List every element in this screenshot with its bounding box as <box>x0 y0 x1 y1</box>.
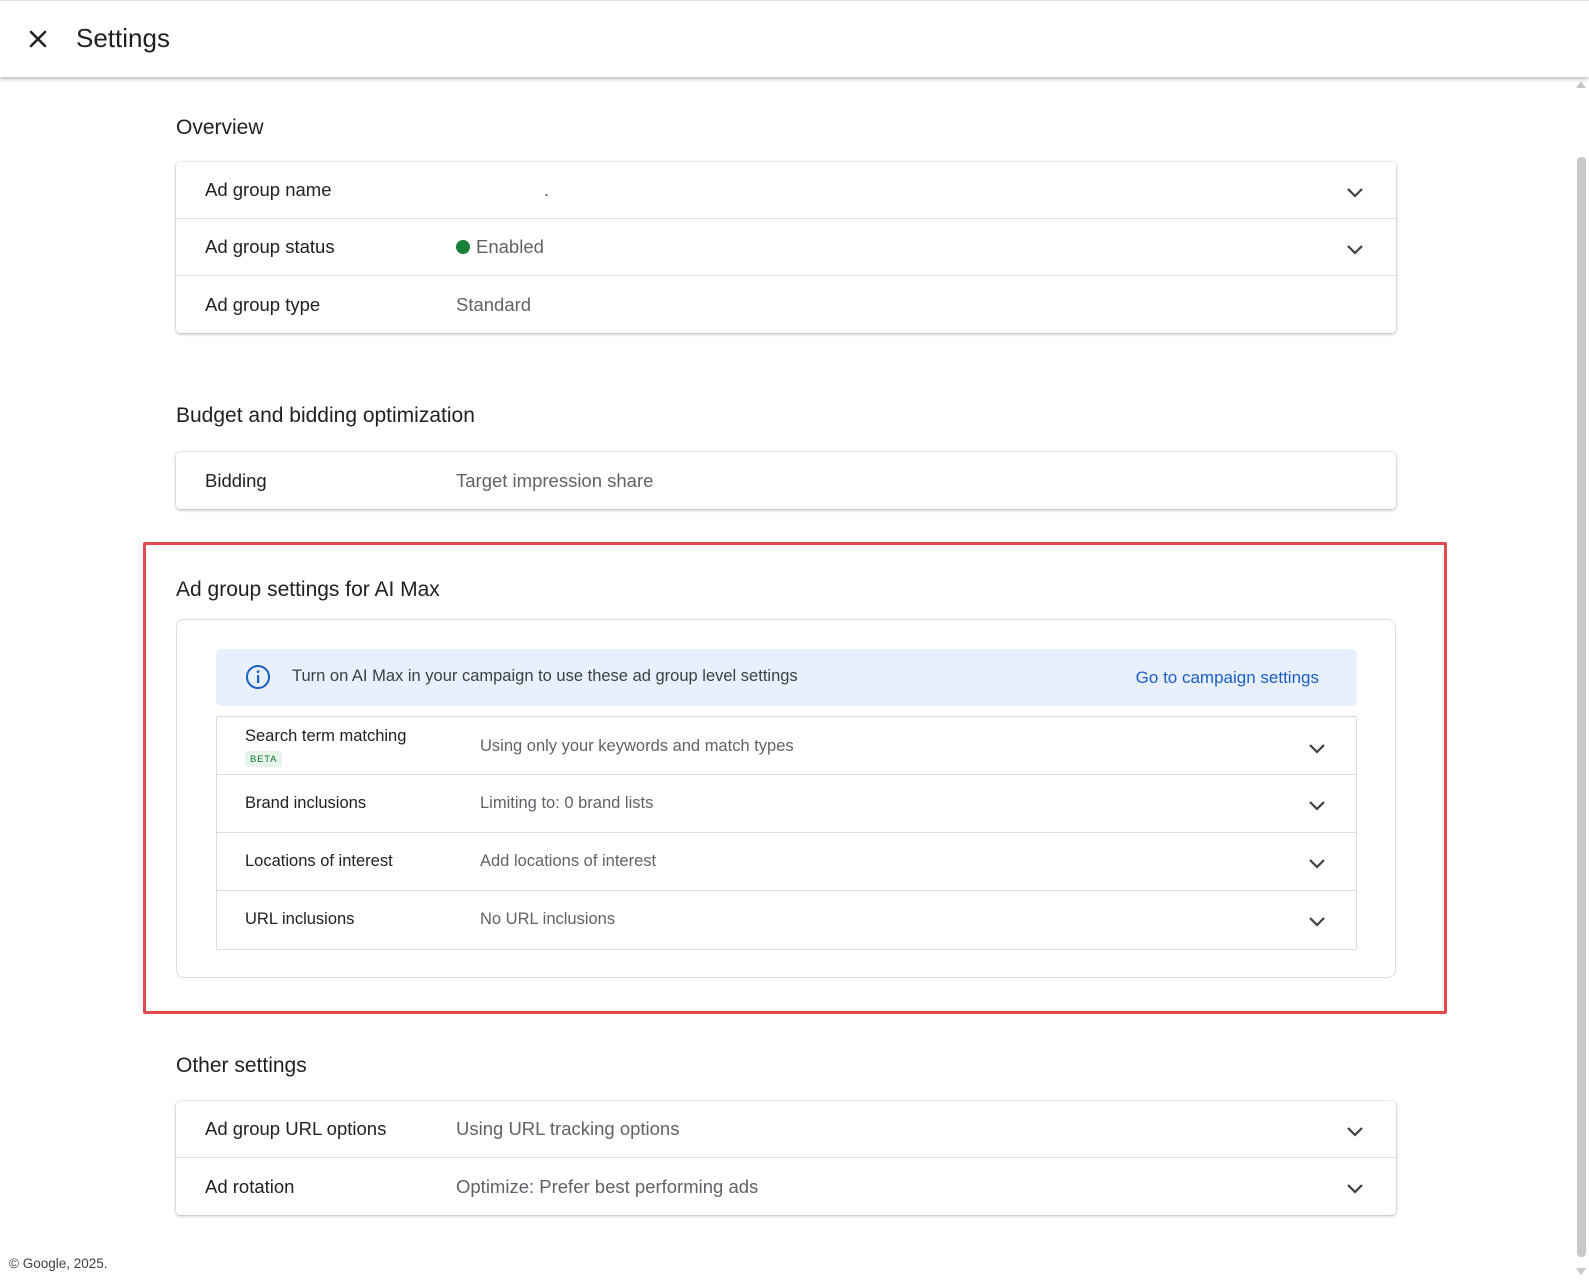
go-to-campaign-settings-link[interactable]: Go to campaign settings <box>1136 668 1319 688</box>
scroll-up-icon[interactable] <box>1576 81 1586 88</box>
row-label: Ad group URL options <box>205 1118 387 1139</box>
overview-section-title: Overview <box>176 116 264 139</box>
row-label: Ad group name <box>205 179 332 200</box>
other-settings-card: Ad group URL options Using URL tracking … <box>176 1101 1396 1215</box>
brand-inclusions-row[interactable]: Brand inclusions Limiting to: 0 brand li… <box>217 775 1356 833</box>
bidding-value: Target impression share <box>456 469 654 491</box>
status-text: Enabled <box>476 236 544 257</box>
search-term-matching-row[interactable]: Search term matching BETA Using only you… <box>217 717 1356 775</box>
ai-max-section-title: Ad group settings for AI Max <box>176 578 440 601</box>
info-banner: Turn on AI Max in your campaign to use t… <box>216 649 1357 706</box>
ad-group-url-options-value: Using URL tracking options <box>456 1118 680 1139</box>
row-label: Locations of interest <box>245 852 393 870</box>
search-term-matching-value: Using only your keywords and match types <box>480 737 794 755</box>
budget-card: Bidding Target impression share <box>176 452 1396 509</box>
url-inclusions-row[interactable]: URL inclusions No URL inclusions <box>217 891 1356 949</box>
status-dot-icon <box>456 240 470 254</box>
header-bar: Settings <box>0 0 1589 77</box>
ai-max-card: Turn on AI Max in your campaign to use t… <box>176 619 1396 978</box>
footer-copyright: © Google, 2025. <box>9 1256 108 1271</box>
close-button[interactable] <box>22 23 54 55</box>
overview-card: Ad group name . Ad group status Enabled … <box>176 162 1396 333</box>
url-inclusions-value: No URL inclusions <box>480 910 616 928</box>
ad-group-type-value: Standard <box>456 293 532 315</box>
budget-section-title: Budget and bidding optimization <box>176 404 475 427</box>
chevron-down-icon[interactable] <box>1344 1120 1366 1142</box>
close-icon <box>29 30 47 48</box>
row-label: Bidding <box>205 469 267 491</box>
locations-of-interest-value: Add locations of interest <box>480 852 657 870</box>
ad-rotation-row[interactable]: Ad rotation Optimize: Prefer best perfor… <box>176 1158 1396 1215</box>
chevron-down-icon[interactable] <box>1306 852 1328 874</box>
beta-badge: BETA <box>245 751 283 767</box>
row-label: Ad rotation <box>205 1175 295 1197</box>
row-label: Brand inclusions <box>245 794 367 812</box>
chevron-down-icon[interactable] <box>1306 910 1328 932</box>
scroll-down-icon[interactable] <box>1576 1268 1586 1275</box>
row-label: Ad group type <box>205 293 321 315</box>
ad-group-name-row[interactable]: Ad group name . <box>176 162 1396 219</box>
ad-group-type-row: Ad group type Standard <box>176 276 1396 333</box>
ad-group-status-value: Enabled <box>456 236 544 258</box>
scroll-thumb[interactable] <box>1577 157 1586 1257</box>
scrollbar[interactable] <box>1573 77 1589 1283</box>
ad-group-name-value: . <box>544 179 550 200</box>
bidding-row[interactable]: Bidding Target impression share <box>176 452 1396 509</box>
info-banner-text: Turn on AI Max in your campaign to use t… <box>292 667 798 685</box>
chevron-down-icon[interactable] <box>1306 737 1328 759</box>
locations-of-interest-row[interactable]: Locations of interest Add locations of i… <box>217 833 1356 891</box>
other-settings-section-title: Other settings <box>176 1054 307 1077</box>
row-label: Ad group status <box>205 236 335 257</box>
chevron-down-icon[interactable] <box>1344 238 1366 260</box>
chevron-down-icon[interactable] <box>1344 1177 1366 1199</box>
brand-inclusions-value: Limiting to: 0 brand lists <box>480 794 654 812</box>
ad-group-status-row[interactable]: Ad group status Enabled <box>176 219 1396 276</box>
ad-rotation-value: Optimize: Prefer best performing ads <box>456 1175 759 1197</box>
ad-group-url-options-row[interactable]: Ad group URL options Using URL tracking … <box>176 1101 1396 1158</box>
info-icon <box>246 665 270 689</box>
ai-max-settings-table: Search term matching BETA Using only you… <box>216 716 1357 950</box>
row-label: URL inclusions <box>245 910 355 928</box>
page-title: Settings <box>76 23 170 53</box>
chevron-down-icon[interactable] <box>1344 181 1366 203</box>
row-label: Search term matching <box>245 727 407 745</box>
chevron-down-icon[interactable] <box>1306 794 1328 816</box>
